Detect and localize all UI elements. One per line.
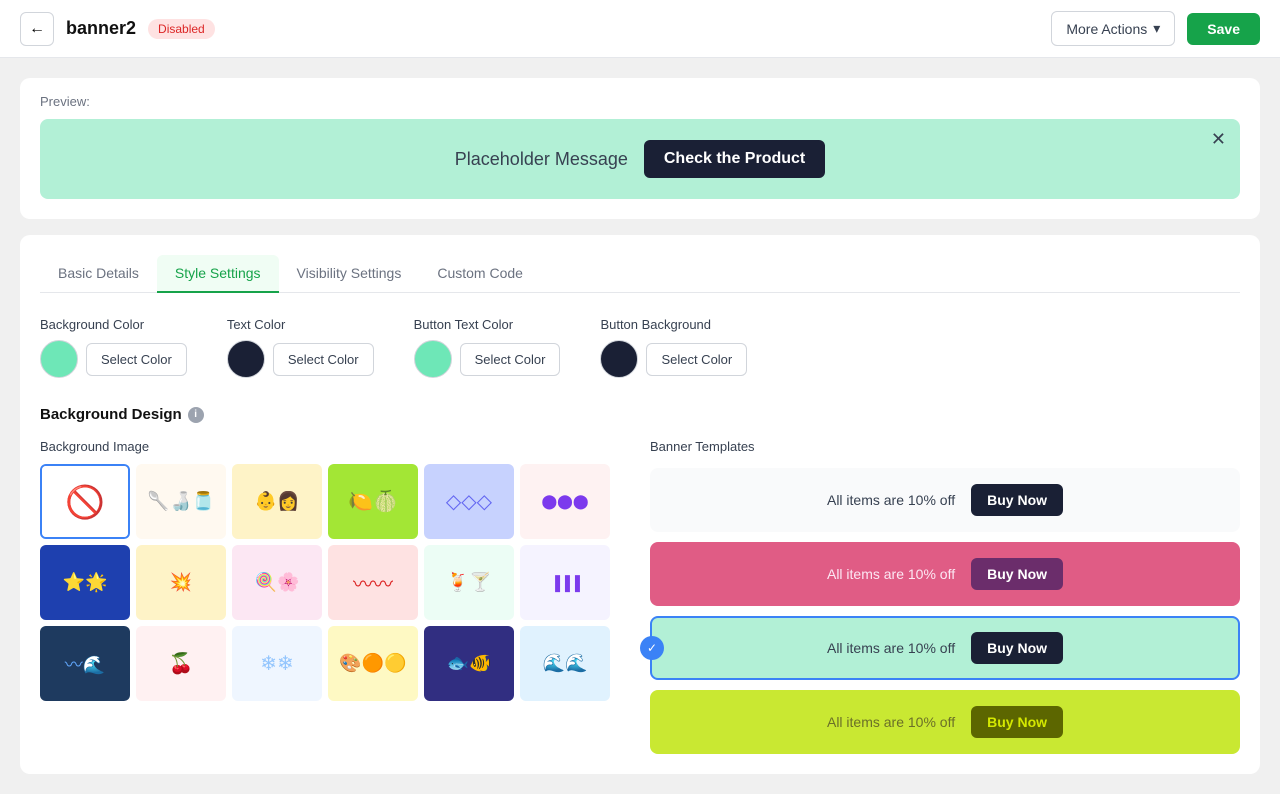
image-item-circles[interactable]: ⬤⬤⬤: [520, 464, 610, 539]
image-grid: 🚫 🥄🍶🫙 👶👩 🍋🍈: [40, 464, 610, 701]
image-item-blue-stars[interactable]: ⭐🌟: [40, 545, 130, 620]
color-settings-row: Background Color Select Color Text Color…: [40, 317, 1240, 378]
preview-banner-text: Placeholder Message: [455, 149, 628, 170]
image-item-splash[interactable]: 💥: [136, 545, 226, 620]
image-item-cherry[interactable]: 🍒: [136, 626, 226, 701]
preview-card: Preview: Placeholder Message Check the P…: [20, 78, 1260, 219]
image-item-none[interactable]: 🚫: [40, 464, 130, 539]
image-item-waves-dark[interactable]: 〰🌊: [40, 626, 130, 701]
page-title: banner2: [66, 18, 136, 39]
main-content: Preview: Placeholder Message Check the P…: [0, 58, 1280, 794]
background-color-field: Background Color Select Color: [40, 317, 187, 378]
text-color-button[interactable]: Select Color: [273, 343, 374, 376]
chevron-down-icon: ▾: [1153, 20, 1160, 37]
template-btn-yellow[interactable]: Buy Now: [971, 706, 1063, 738]
background-color-swatch[interactable]: [40, 340, 78, 378]
button-bg-color-field: Button Background Select Color: [600, 317, 747, 378]
template-btn-mint[interactable]: Buy Now: [971, 632, 1063, 664]
button-text-color-label: Button Text Color: [414, 317, 561, 332]
image-item-faces[interactable]: 👶👩: [232, 464, 322, 539]
tab-style-settings[interactable]: Style Settings: [157, 255, 279, 293]
text-color-field: Text Color Select Color: [227, 317, 374, 378]
text-color-swatch[interactable]: [227, 340, 265, 378]
bg-image-label: Background Image: [40, 439, 610, 454]
image-item-fish[interactable]: 🐟🐠: [424, 626, 514, 701]
template-text-white: All items are 10% off: [827, 492, 955, 508]
tab-custom-code[interactable]: Custom Code: [419, 255, 541, 293]
template-item-pink[interactable]: All items are 10% off Buy Now: [650, 542, 1240, 606]
image-item-diamonds[interactable]: ◇◇◇: [424, 464, 514, 539]
banner-templates-section: Banner Templates All items are 10% off B…: [650, 439, 1240, 754]
template-text-pink: All items are 10% off: [827, 566, 955, 582]
button-bg-color-button[interactable]: Select Color: [646, 343, 747, 376]
image-item-food[interactable]: 🥄🍶🫙: [136, 464, 226, 539]
save-button[interactable]: Save: [1187, 13, 1260, 45]
template-list: All items are 10% off Buy Now All items …: [650, 468, 1240, 754]
more-actions-button[interactable]: More Actions ▾: [1051, 11, 1175, 46]
settings-card: Basic Details Style Settings Visibility …: [20, 235, 1260, 774]
image-item-seawave[interactable]: 🌊🌊: [520, 626, 610, 701]
preview-banner: Placeholder Message Check the Product ✕: [40, 119, 1240, 199]
preview-close-button[interactable]: ✕: [1211, 129, 1226, 150]
template-item-mint[interactable]: ✓ All items are 10% off Buy Now: [650, 616, 1240, 680]
design-layout: Background Image 🚫 🥄🍶🫙 👶👩: [40, 439, 1240, 754]
preview-label: Preview:: [40, 94, 1240, 109]
preview-banner-button[interactable]: Check the Product: [644, 140, 825, 178]
image-item-lime[interactable]: 🍋🍈: [328, 464, 418, 539]
button-bg-color-swatch[interactable]: [600, 340, 638, 378]
tab-visibility-settings[interactable]: Visibility Settings: [279, 255, 420, 293]
info-icon: i: [188, 407, 204, 423]
image-item-snowflake[interactable]: ❄❄: [232, 626, 322, 701]
bg-image-section: Background Image 🚫 🥄🍶🫙 👶👩: [40, 439, 610, 754]
template-check-icon: ✓: [640, 636, 664, 660]
button-text-color-field: Button Text Color Select Color: [414, 317, 561, 378]
status-badge: Disabled: [148, 19, 215, 39]
tab-basic-details[interactable]: Basic Details: [40, 255, 157, 293]
image-item-zigzag[interactable]: 〰〰: [328, 545, 418, 620]
banner-templates-label: Banner Templates: [650, 439, 1240, 454]
text-color-label: Text Color: [227, 317, 374, 332]
tab-bar: Basic Details Style Settings Visibility …: [40, 255, 1240, 293]
bg-design-title: Background Design i: [40, 406, 1240, 423]
app-header: ← banner2 Disabled More Actions ▾ Save: [0, 0, 1280, 58]
back-button[interactable]: ←: [20, 12, 54, 46]
template-text-mint: All items are 10% off: [827, 640, 955, 656]
image-item-purple[interactable]: ▐▐▐: [520, 545, 610, 620]
button-text-color-button[interactable]: Select Color: [460, 343, 561, 376]
image-item-candy[interactable]: 🍭🌸: [232, 545, 322, 620]
background-color-label: Background Color: [40, 317, 187, 332]
button-text-color-swatch[interactable]: [414, 340, 452, 378]
template-btn-white[interactable]: Buy Now: [971, 484, 1063, 516]
template-item-yellow[interactable]: All items are 10% off Buy Now: [650, 690, 1240, 754]
image-item-cocktail[interactable]: 🍹🍸: [424, 545, 514, 620]
template-item-white[interactable]: All items are 10% off Buy Now: [650, 468, 1240, 532]
image-item-abstract[interactable]: 🎨🟠🟡: [328, 626, 418, 701]
template-btn-pink[interactable]: Buy Now: [971, 558, 1063, 590]
button-bg-color-label: Button Background: [600, 317, 747, 332]
template-text-yellow: All items are 10% off: [827, 714, 955, 730]
background-color-button[interactable]: Select Color: [86, 343, 187, 376]
